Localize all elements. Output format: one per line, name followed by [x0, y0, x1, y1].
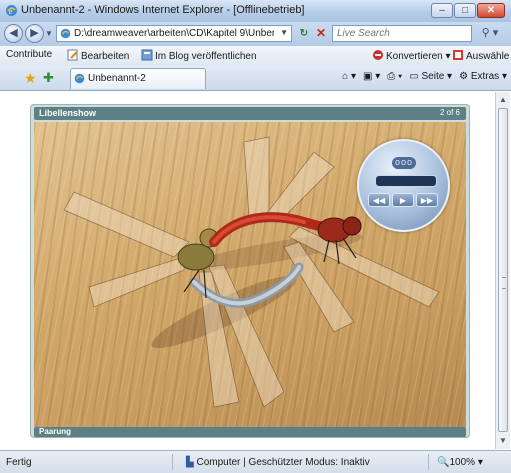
slideshow-footer: Paarung — [34, 427, 466, 437]
close-button[interactable]: ✕ — [477, 3, 505, 18]
slideshow-header: Libellenshow 2 of 6 — [34, 107, 466, 120]
search-box[interactable] — [332, 25, 472, 42]
player-indicator: ooo — [392, 157, 416, 169]
print-icon[interactable]: ⎙ ▾ — [387, 71, 402, 82]
contribute-toolbar: Contribute Bearbeiten Im Blog veröffentl… — [0, 46, 511, 67]
zoom-icon: 🔍 — [437, 457, 450, 468]
tools-menu[interactable]: ⚙ Extras ▾ — [459, 71, 507, 82]
page-icon — [60, 28, 71, 39]
scroll-up-arrow-icon[interactable]: ▲ — [497, 94, 509, 106]
page-menu-label: Seite — [421, 71, 445, 82]
tab-title: Unbenannt-2 — [88, 73, 146, 84]
slide-caption: Paarung — [39, 427, 72, 436]
history-dropdown-icon[interactable]: ▼ — [45, 29, 53, 38]
tools-menu-label: Extras — [470, 71, 500, 82]
back-button[interactable]: ◀ — [4, 24, 23, 43]
previous-button[interactable]: ◀◀ — [368, 193, 390, 207]
player-controls: ◀◀ ▶ ▶▶ — [368, 193, 438, 207]
player-display — [375, 175, 437, 187]
search-input[interactable] — [333, 26, 471, 41]
address-row: ◀ ▶ ▼ D:\dreamweaver\arbeiten\CD\Kapitel… — [0, 22, 511, 46]
window-controls: – □ ✕ — [431, 3, 505, 18]
address-bar[interactable]: D:\dreamweaver\arbeiten\CD\Kapitel 9\Unb… — [56, 25, 292, 42]
slideshow-title: Libellenshow — [39, 108, 97, 118]
svg-text:e: e — [9, 7, 13, 16]
computer-icon: ▙ — [186, 457, 194, 468]
home-icon[interactable]: ⌂ ▾ — [342, 71, 356, 82]
tab-row: ★ ✚ Unbenannt-2 ⌂ ▾ ▣ ▾ ⎙ ▾ ▭ Seite ▾ ⚙ … — [0, 66, 511, 91]
forward-button[interactable]: ▶ — [25, 24, 44, 43]
ie-logo-icon: e — [6, 5, 17, 16]
command-bar: ⌂ ▾ ▣ ▾ ⎙ ▾ ▭ Seite ▾ ⚙ Extras ▾ — [342, 71, 507, 82]
slideshow-player: ooo ◀◀ ▶ ▶▶ — [357, 139, 450, 232]
contribute-button[interactable]: Contribute — [6, 49, 52, 60]
page-menu[interactable]: ▭ Seite ▾ — [409, 71, 452, 82]
convert-label: Konvertieren — [386, 51, 443, 62]
convert-button[interactable]: Konvertieren ▾ — [372, 49, 451, 62]
title-bar: e Unbenannt-2 - Windows Internet Explore… — [0, 0, 511, 23]
blog-icon — [141, 49, 153, 61]
status-bar: Fertig ▙ Computer | Geschützter Modus: I… — [0, 450, 511, 473]
forward-arrow-icon: ▶ — [30, 27, 39, 39]
next-icon: ▶▶ — [420, 196, 434, 205]
minimize-button[interactable]: – — [431, 3, 453, 18]
feeds-icon[interactable]: ▣ ▾ — [363, 71, 380, 82]
address-dropdown-icon[interactable]: ▼ — [280, 28, 288, 37]
edit-button[interactable]: Bearbeiten — [67, 49, 129, 62]
status-separator — [428, 454, 429, 470]
scroll-grip-icon — [502, 277, 506, 289]
convert-dropdown-icon[interactable]: ▾ — [443, 51, 450, 62]
select-label: Auswähle — [466, 51, 510, 62]
slide-counter: 2 of 6 — [439, 108, 460, 117]
vertical-scrollbar[interactable]: ▲ ▼ — [495, 92, 510, 449]
scroll-down-arrow-icon[interactable]: ▼ — [497, 435, 509, 447]
select-icon — [453, 50, 463, 60]
edit-pencil-icon — [67, 49, 78, 61]
play-button[interactable]: ▶ — [392, 193, 414, 207]
address-url[interactable]: D:\dreamweaver\arbeiten\CD\Kapitel 9\Unb… — [74, 28, 274, 39]
blog-publish-button[interactable]: Im Blog veröffentlichen — [141, 49, 257, 62]
zoom-dropdown-icon[interactable]: ▾ — [478, 457, 483, 468]
select-button[interactable]: Auswähle — [452, 49, 509, 62]
status-separator — [172, 454, 173, 470]
window-title: Unbenannt-2 - Windows Internet Explorer … — [21, 4, 305, 16]
stop-icon[interactable]: ✕ — [314, 26, 328, 41]
scrollbar-thumb[interactable] — [498, 108, 508, 432]
tab-page-icon — [74, 73, 85, 84]
zoom-level: 100% — [449, 457, 476, 468]
previous-icon: ◀◀ — [372, 196, 386, 205]
contribute-label: Contribute — [6, 49, 53, 60]
zoom-control[interactable]: 🔍100% ▾ — [437, 457, 483, 468]
security-zone-label: Computer | Geschützter Modus: Inaktiv — [196, 457, 370, 468]
add-favorites-icon[interactable]: ✚ — [43, 70, 54, 86]
next-button[interactable]: ▶▶ — [416, 193, 438, 207]
edit-label: Bearbeiten — [81, 51, 130, 62]
browser-window: e Unbenannt-2 - Windows Internet Explore… — [0, 0, 511, 473]
maximize-button[interactable]: □ — [454, 3, 476, 18]
security-zone[interactable]: ▙ Computer | Geschützter Modus: Inaktiv — [186, 457, 370, 468]
play-icon: ▶ — [399, 196, 407, 205]
search-icon[interactable]: ⚲ ▾ — [476, 25, 504, 42]
blog-label: Im Blog veröffentlichen — [155, 51, 257, 62]
convert-icon — [373, 50, 383, 60]
status-text: Fertig — [6, 457, 32, 468]
back-arrow-icon: ◀ — [9, 27, 18, 39]
tab-unbenannt[interactable]: Unbenannt-2 — [70, 68, 206, 89]
favorites-star-icon[interactable]: ★ — [24, 70, 37, 87]
refresh-icon[interactable]: ↻ — [296, 26, 312, 41]
